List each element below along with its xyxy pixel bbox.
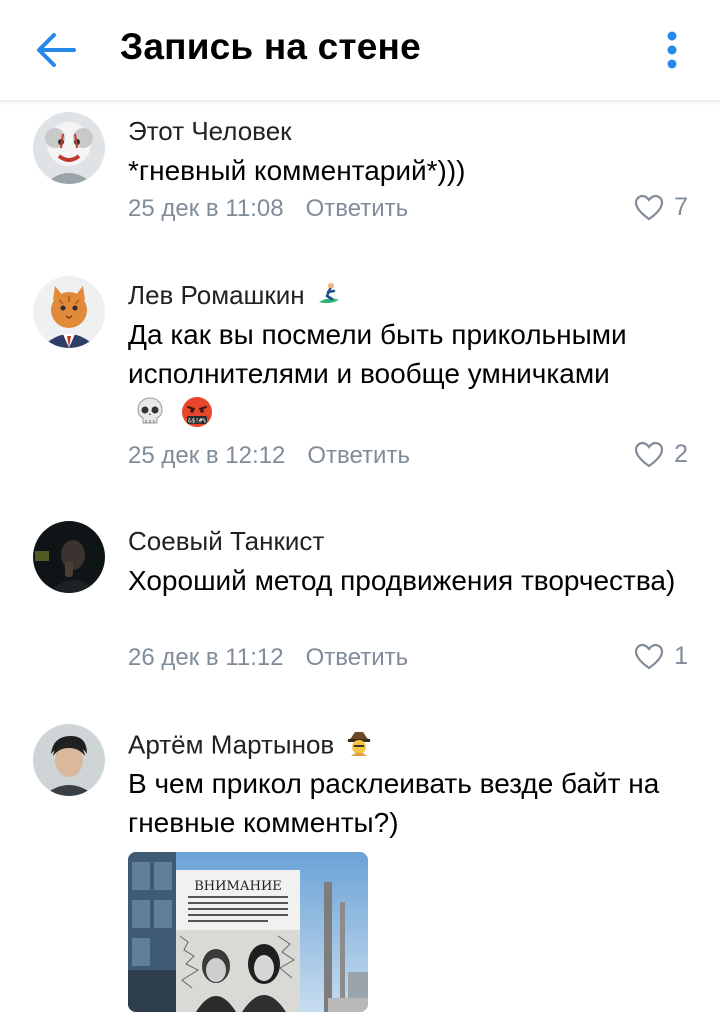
attachment-photo: ВНИМАНИЕ: [128, 852, 368, 1012]
photo-attachment[interactable]: ВНИМАНИЕ: [128, 852, 368, 1012]
like-count: 1: [674, 642, 688, 670]
comment-text: *гневный комментарий*))): [128, 155, 466, 186]
skull-emoji: [137, 397, 163, 424]
comment-date: 26 дек в 11:12: [128, 644, 284, 671]
author-name: Лев Ромашкин: [128, 280, 305, 310]
comment-text: Хороший метод продвижения творчества): [128, 565, 676, 596]
like-count: 7: [674, 193, 688, 221]
comment-meta: 26 дек в 11:12 Ответить: [128, 644, 408, 672]
heart-icon: [634, 194, 664, 220]
poster-heading: ВНИМАНИЕ: [194, 879, 282, 894]
heart-icon: [634, 643, 664, 669]
page-title: Запись на стене: [120, 26, 421, 67]
reply-button[interactable]: Ответить: [307, 442, 410, 469]
comment-meta: 25 дек в 11:08 Ответить: [128, 195, 408, 223]
more-vertical-icon: [667, 31, 677, 69]
arrow-left-icon: [37, 33, 76, 67]
svg-text:&$!#%: &$!#%: [188, 418, 206, 425]
comment-author[interactable]: Артём Мартынов: [128, 729, 373, 764]
like-count: 2: [674, 440, 688, 468]
detective-emoji: [345, 729, 373, 764]
surfer-emoji: [316, 281, 342, 314]
reply-button[interactable]: Ответить: [306, 195, 409, 222]
avatar[interactable]: [33, 521, 105, 593]
avatar[interactable]: [33, 724, 105, 796]
like-button[interactable]: 7: [634, 193, 688, 222]
avatar[interactable]: [33, 276, 105, 348]
comment-author[interactable]: Лев Ромашкин: [128, 280, 342, 314]
comment-text: Да как вы посмели быть прикольными испол…: [128, 319, 627, 389]
more-options-button[interactable]: [652, 26, 692, 74]
like-button[interactable]: 1: [634, 642, 688, 671]
comment-date: 25 дек в 11:08: [128, 195, 284, 222]
comment-author[interactable]: Этот Человек: [128, 116, 292, 147]
heart-icon: [634, 441, 664, 467]
cursing-face-emoji: &$!#%: [182, 397, 212, 427]
comment-author[interactable]: Соевый Танкист: [128, 526, 324, 557]
top-bar: Запись на стене: [0, 0, 720, 101]
back-button[interactable]: [30, 24, 82, 76]
like-button[interactable]: 2: [634, 440, 688, 469]
comment-emojis: &$!#%: [134, 395, 214, 429]
comment-meta: 25 дек в 12:12 Ответить: [128, 442, 410, 470]
reply-button[interactable]: Ответить: [306, 644, 409, 671]
comment-text: В чем прикол расклеивать везде байт на г…: [128, 768, 660, 838]
author-name: Артём Мартынов: [128, 729, 335, 760]
comment-date: 25 дек в 12:12: [128, 442, 286, 469]
avatar[interactable]: [33, 112, 105, 184]
